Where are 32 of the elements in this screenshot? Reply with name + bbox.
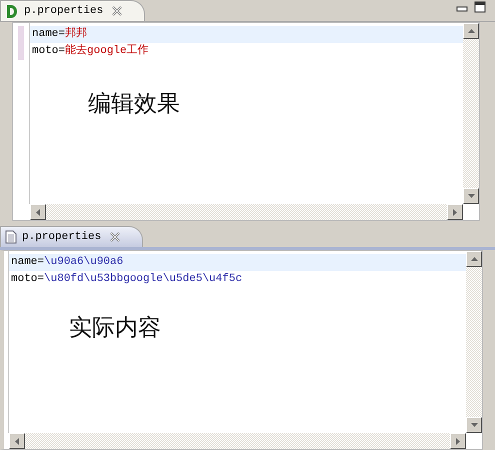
down-arrow-icon (470, 423, 478, 427)
close-icon[interactable] (112, 6, 122, 16)
editor-tab[interactable]: p.properties (0, 0, 146, 21)
up-arrow-icon (470, 257, 478, 261)
scroll-left-button[interactable] (9, 433, 25, 449)
right-arrow-icon (456, 438, 460, 444)
file-icon (5, 230, 17, 244)
right-arrow-icon (453, 208, 457, 216)
minimize-icon[interactable] (456, 5, 468, 13)
scroll-down-button[interactable] (463, 188, 479, 204)
close-icon[interactable] (110, 232, 120, 242)
scroll-down-button[interactable] (466, 417, 482, 433)
scroll-right-button[interactable] (450, 433, 466, 449)
code-line: moto=能去google工作 (31, 43, 150, 59)
vertical-scrollbar[interactable] (466, 251, 482, 433)
left-arrow-icon (15, 438, 19, 444)
scroll-right-button[interactable] (447, 204, 463, 220)
scroll-up-button[interactable] (466, 251, 482, 267)
scroll-left-button[interactable] (30, 204, 46, 220)
code-line: moto=\u80fd\u53bbgoogle\u5de5\u4f5c (10, 272, 244, 287)
editor-logo-icon (5, 4, 19, 18)
horizontal-scrollbar[interactable] (30, 204, 463, 220)
scroll-up-button[interactable] (463, 23, 479, 39)
vertical-scrollbar[interactable] (463, 23, 479, 204)
up-arrow-icon (468, 29, 474, 33)
maximize-icon[interactable] (474, 1, 486, 13)
down-arrow-icon (468, 194, 474, 198)
caption-text: 编辑效果 (88, 90, 181, 119)
left-arrow-icon (36, 208, 40, 216)
editor-tab[interactable]: p.properties (0, 226, 144, 247)
caption-text: 实际内容 (69, 314, 162, 343)
horizontal-scrollbar[interactable] (9, 433, 466, 449)
